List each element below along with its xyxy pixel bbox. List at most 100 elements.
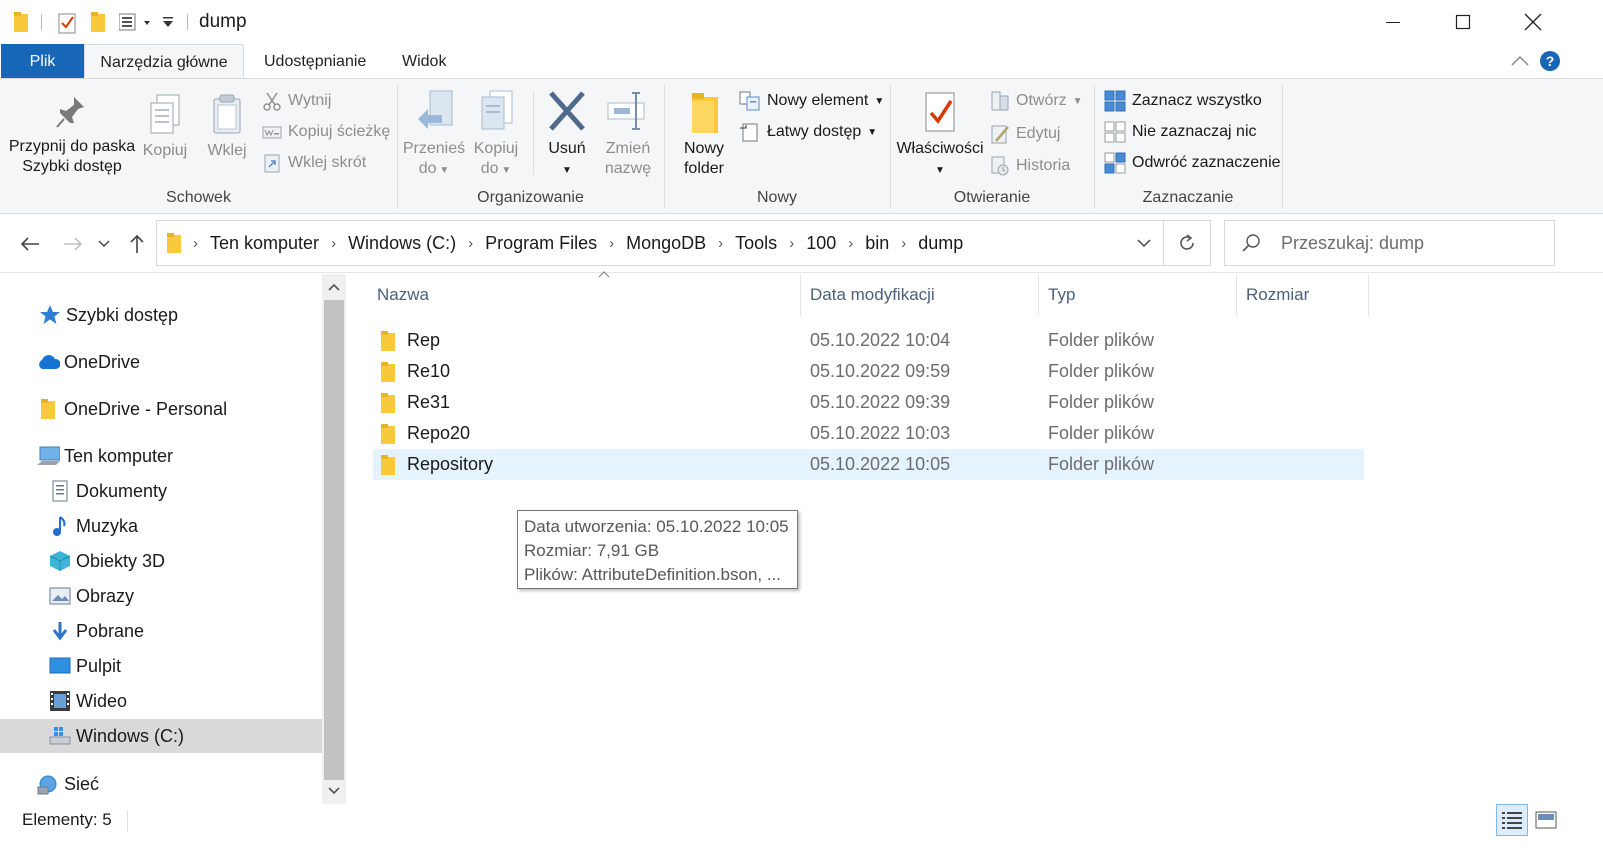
tab-home[interactable]: Narzędzia główne <box>84 44 244 79</box>
copy-path-label: Kopiuj ścieżkę <box>288 123 391 140</box>
nav-item-desktop[interactable]: Pulpit <box>0 649 322 683</box>
scroll-up-button[interactable] <box>322 274 346 300</box>
column-header-type[interactable]: Typ <box>1039 274 1237 316</box>
close-button[interactable] <box>1498 0 1568 44</box>
select-all-label: Zaznacz wszystko <box>1132 92 1262 109</box>
address-bar[interactable]: › Ten komputer › Windows (C:) › Program … <box>156 220 1164 266</box>
properties-button[interactable]: Właściwości ▼ <box>896 89 984 181</box>
nav-item-quick-access[interactable]: Szybki dostęp <box>0 298 322 332</box>
chevron-right-icon[interactable]: › <box>789 235 794 252</box>
column-header-label: Nazwa <box>377 285 429 304</box>
move-to-button[interactable]: Przenieś do ▼ <box>402 89 466 181</box>
breadcrumb-item[interactable]: Program Files <box>485 233 597 254</box>
chevron-right-icon[interactable]: › <box>609 235 614 252</box>
invert-selection-button[interactable]: Odwróć zaznaczenie <box>1104 150 1281 176</box>
history-button[interactable]: Historia <box>990 153 1070 179</box>
new-folder-button[interactable]: Nowy folder <box>677 91 731 179</box>
tab-file[interactable]: Plik <box>1 44 84 79</box>
cut-button[interactable]: Wytnij <box>262 88 331 114</box>
properties-icon[interactable] <box>58 12 78 34</box>
chevron-right-icon[interactable]: › <box>718 235 723 252</box>
chevron-right-icon[interactable]: › <box>901 235 906 252</box>
table-row[interactable]: Re10 05.10.2022 09:59 Folder plików <box>373 356 1364 387</box>
open-button[interactable]: Otwórz ▼ <box>990 88 1083 114</box>
refresh-button[interactable] <box>1163 220 1211 266</box>
rename-button[interactable]: Zmień nazwę <box>600 89 656 179</box>
paste-button[interactable]: Wklej <box>202 93 252 161</box>
breadcrumb-item[interactable]: MongoDB <box>626 233 706 254</box>
breadcrumb-item[interactable]: Tools <box>735 233 777 254</box>
nav-item-documents[interactable]: Dokumenty <box>0 474 322 508</box>
breadcrumb-item[interactable]: Ten komputer <box>210 233 319 254</box>
copy-to-button[interactable]: Kopiuj do ▼ <box>468 89 524 181</box>
table-row[interactable]: Rep 05.10.2022 10:04 Folder plików <box>373 325 1364 356</box>
nav-item-label: Pobrane <box>76 620 145 641</box>
forward-button[interactable] <box>58 229 88 259</box>
delete-button[interactable]: Usuń ▼ <box>542 89 592 181</box>
column-header-date[interactable]: Data modyfikacji <box>801 274 1039 316</box>
nav-item-network[interactable]: Sieć <box>0 767 322 801</box>
pin-label: Przypnij do paska Szybki dostęp <box>8 138 136 175</box>
tab-view[interactable]: Widok <box>380 44 468 79</box>
nav-item-windows-c[interactable]: Windows (C:) <box>0 719 322 753</box>
chevron-down-icon[interactable] <box>162 16 174 38</box>
column-header-size[interactable]: Rozmiar <box>1237 274 1369 316</box>
new-item-button[interactable]: Nowy element ▼ <box>739 88 884 114</box>
maximize-button[interactable] <box>1428 0 1498 44</box>
table-row[interactable]: Repo20 05.10.2022 10:03 Folder plików <box>373 418 1364 449</box>
new-folder-icon[interactable] <box>91 12 105 34</box>
table-row[interactable]: Re31 05.10.2022 09:39 Folder plików <box>373 387 1364 418</box>
select-none-button[interactable]: Nie zaznaczaj nic <box>1104 119 1257 145</box>
chevron-right-icon[interactable]: › <box>468 235 473 252</box>
nav-item-onedrive[interactable]: OneDrive <box>0 345 322 379</box>
title-bar: dump <box>0 0 1603 44</box>
navigation-pane: Szybki dostęp OneDrive OneDrive - Person… <box>0 274 322 804</box>
nav-item-this-pc[interactable]: Ten komputer <box>0 439 322 473</box>
history-label: Historia <box>1016 157 1071 174</box>
chevron-up-icon <box>328 283 340 291</box>
nav-item-pictures[interactable]: Obrazy <box>0 579 322 613</box>
nav-item-downloads[interactable]: Pobrane <box>0 614 322 648</box>
divider <box>187 14 188 30</box>
group-label-open: Otwieranie <box>953 189 1031 206</box>
nav-item-music[interactable]: Muzyka <box>0 509 322 543</box>
up-button[interactable] <box>122 229 152 259</box>
customize-view-icon[interactable] <box>119 12 155 34</box>
details-view-button[interactable] <box>1496 804 1528 836</box>
back-button[interactable] <box>15 229 45 259</box>
recent-locations-button[interactable] <box>92 229 116 259</box>
chevron-right-icon[interactable]: › <box>848 235 853 252</box>
table-row[interactable]: Repository 05.10.2022 10:05 Folder plikó… <box>373 449 1364 480</box>
navigation-scrollbar[interactable] <box>322 274 346 804</box>
large-icons-view-button[interactable] <box>1530 804 1562 836</box>
folder-icon <box>381 423 395 444</box>
nav-item-videos[interactable]: Wideo <box>0 684 322 718</box>
scroll-down-button[interactable] <box>322 778 346 804</box>
copy-button[interactable]: Kopiuj <box>140 93 190 161</box>
easy-access-button[interactable]: Łatwy dostęp ▼ <box>739 119 877 145</box>
address-dropdown-icon[interactable] <box>1137 238 1151 248</box>
search-box[interactable]: Przeszukaj: dump <box>1224 220 1555 266</box>
pin-quick-access-button[interactable]: Przypnij do paska Szybki dostęp <box>8 93 136 177</box>
collapse-ribbon-icon[interactable] <box>1510 54 1530 68</box>
copy-path-button[interactable]: Kopiuj ścieżkę <box>262 119 390 145</box>
paste-shortcut-button[interactable]: Wklej skrót <box>262 150 366 176</box>
nav-item-onedrive-personal[interactable]: OneDrive - Personal <box>0 392 322 426</box>
nav-item-3d-objects[interactable]: Obiekty 3D <box>0 544 322 578</box>
select-all-button[interactable]: Zaznacz wszystko <box>1104 88 1262 114</box>
edit-button[interactable]: Edytuj <box>990 121 1060 147</box>
breadcrumb-item[interactable]: dump <box>918 233 963 254</box>
details-view-icon <box>1502 812 1522 829</box>
desktop-icon <box>48 654 72 678</box>
breadcrumb-item[interactable]: 100 <box>806 233 836 254</box>
picture-icon <box>48 584 72 608</box>
scroll-thumb[interactable] <box>324 300 344 780</box>
help-icon[interactable]: ? <box>1539 50 1561 72</box>
minimize-button[interactable] <box>1358 0 1428 44</box>
breadcrumb-item[interactable]: Windows (C:) <box>348 233 456 254</box>
tab-share[interactable]: Udostępnianie <box>242 44 388 79</box>
file-date: 05.10.2022 10:04 <box>810 330 951 350</box>
chevron-right-icon[interactable]: › <box>331 235 336 252</box>
breadcrumb-item[interactable]: bin <box>865 233 889 254</box>
column-header-name[interactable]: Nazwa <box>368 271 801 316</box>
